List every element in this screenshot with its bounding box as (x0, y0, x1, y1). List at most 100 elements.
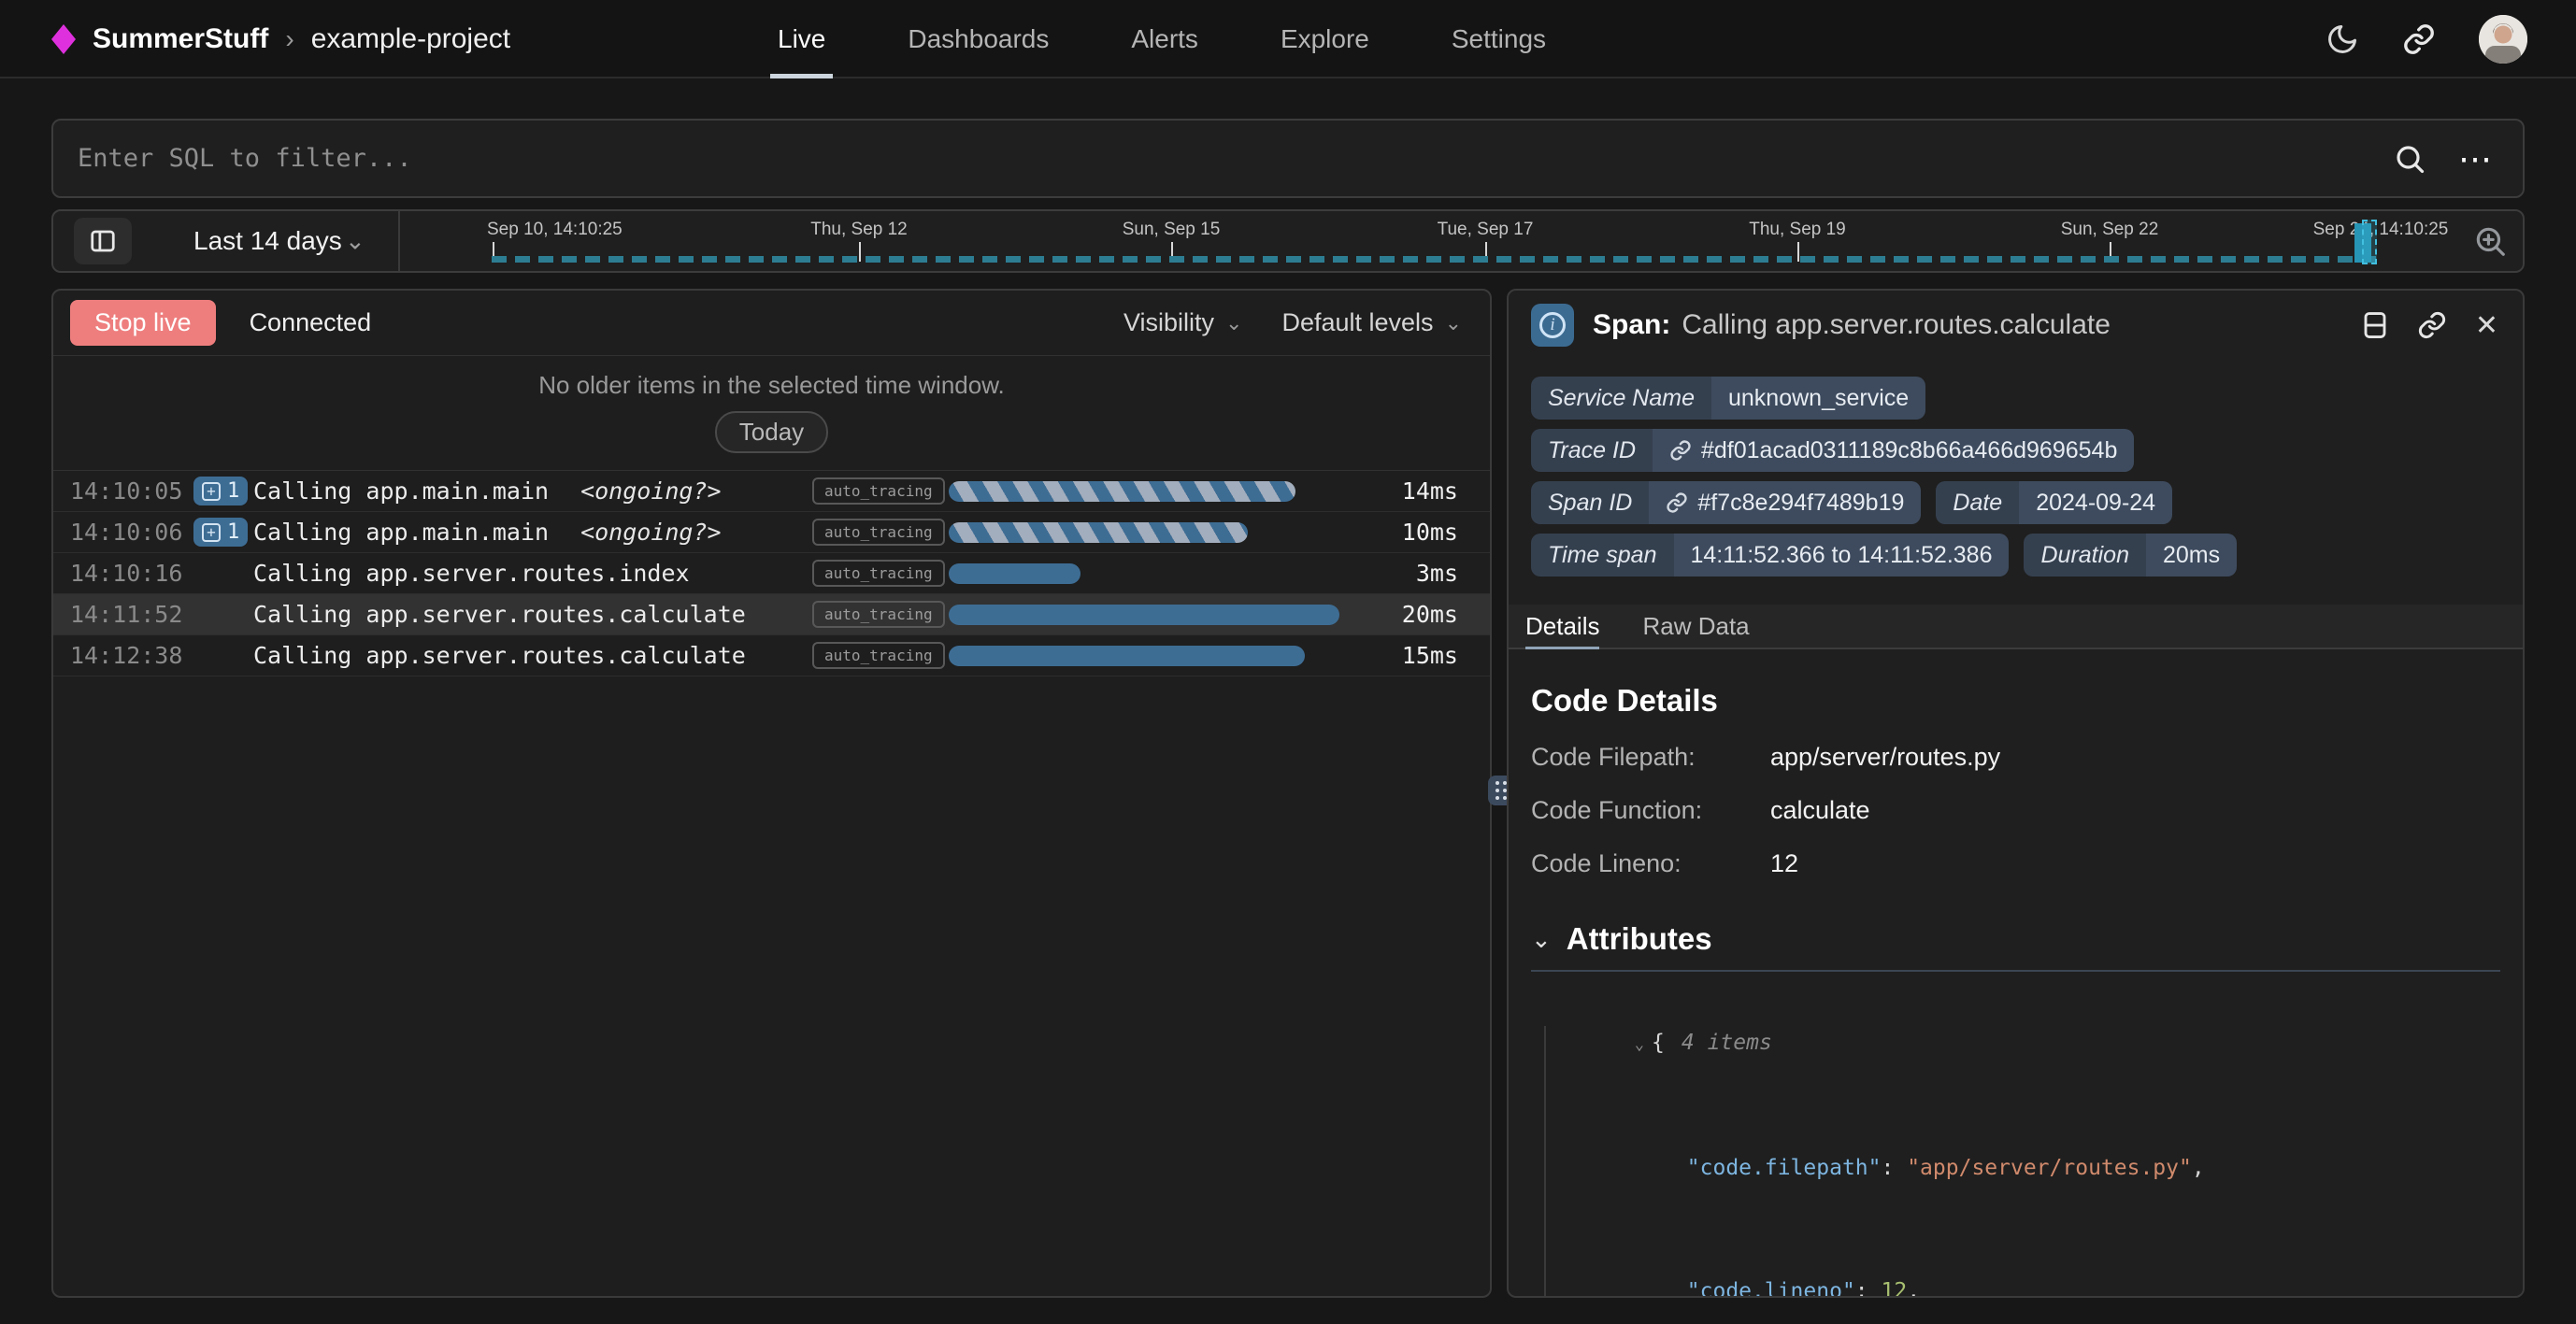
ongoing-label: <ongoing?> (580, 477, 722, 505)
row-message: Calling app.server.routes.index (253, 560, 690, 587)
tab-explore[interactable]: Explore (1281, 0, 1369, 78)
row-message: Calling app.main.main (253, 477, 549, 505)
row-message: Calling app.server.routes.calculate (253, 601, 746, 628)
row-timestamp: 14:10:16 (70, 560, 193, 587)
row-message: Calling app.server.routes.calculate (253, 642, 746, 669)
search-icon[interactable] (2393, 142, 2426, 176)
timeline-tick-label: Thu, Sep 19 (1749, 220, 1846, 240)
tab-live[interactable]: Live (778, 0, 825, 78)
timeline-end-label: Sep 24, 14:10:25 (2313, 220, 2449, 240)
row-duration: 14ms (1381, 477, 1458, 505)
empty-state: No older items in the selected time wind… (53, 356, 1490, 471)
timeline-activity-dashes (492, 256, 2381, 263)
collapsed-children-badge[interactable]: +1 (193, 518, 248, 547)
child-count: 1 (227, 479, 239, 503)
span-kind-label: Span: (1593, 309, 1670, 341)
app-screen: SummerStuff › example-project Live Dashb… (0, 0, 2576, 1324)
duration-badge: Duration20ms (2024, 534, 2237, 577)
indent-guide (1544, 1026, 1546, 1298)
live-view-panel: Stop live Connected Visibility⌄ Default … (51, 289, 1492, 1298)
service-name-badge: Service Nameunknown_service (1531, 377, 1925, 420)
chevron-down-icon: ⌄ (1445, 311, 1462, 335)
brand-logo-diamond-icon[interactable] (51, 24, 76, 54)
log-row-selected[interactable]: 14:11:52 Calling app.server.routes.calcu… (53, 594, 1490, 635)
tab-alerts[interactable]: Alerts (1131, 0, 1198, 78)
span-detail-panel: i Span: Calling app.server.routes.calcul… (1507, 289, 2525, 1298)
row-timestamp: 14:12:38 (70, 642, 193, 669)
child-count: 1 (227, 520, 239, 544)
chevron-down-icon: ⌄ (345, 227, 365, 256)
ongoing-label: <ongoing?> (580, 519, 722, 546)
tab-settings[interactable]: Settings (1452, 0, 1546, 78)
tab-details[interactable]: Details (1525, 605, 1599, 648)
collapse-chevron-icon[interactable]: ⌄ (1531, 925, 1552, 954)
attributes-heading: ⌄ Attributes (1509, 921, 2523, 957)
row-timestamp: 14:10:05 (70, 477, 193, 505)
empty-message: No older items in the selected time wind… (538, 371, 1005, 400)
timeline[interactable]: Sep 10, 14:10:25 Thu, Sep 12 Sun, Sep 15… (408, 211, 2448, 271)
today-button[interactable]: Today (715, 411, 828, 453)
collapse-sidebar-icon[interactable] (74, 218, 132, 264)
tag-auto-tracing[interactable]: auto_tracing (812, 560, 945, 587)
log-row[interactable]: 14:12:38 Calling app.server.routes.calcu… (53, 635, 1490, 676)
org-name[interactable]: SummerStuff (93, 23, 268, 55)
time-span-badge: Time span14:11:52.366 to 14:11:52.386 (1531, 534, 2009, 577)
project-name[interactable]: example-project (311, 23, 510, 55)
span-badges: Service Nameunknown_service Trace ID #df… (1509, 360, 2523, 577)
collapse-chevron-icon[interactable]: ⌄ (1635, 1035, 1644, 1054)
timeline-selection[interactable] (2362, 220, 2377, 264)
row-duration: 15ms (1381, 642, 1458, 669)
share-link-icon[interactable] (2402, 22, 2436, 56)
expand-plus-icon: + (202, 482, 221, 501)
span-id-badge: Span ID #f7c8e294f7489b19 (1531, 481, 1921, 524)
code-function-row: Code Function:calculate (1531, 796, 2500, 825)
collapsed-children-badge[interactable]: +1 (193, 477, 248, 505)
log-row[interactable]: 14:10:16 Calling app.server.routes.index… (53, 553, 1490, 594)
expand-plus-icon: + (202, 523, 221, 542)
default-levels-dropdown[interactable]: Default levels⌄ (1281, 308, 1462, 337)
connection-status: Connected (250, 308, 372, 337)
row-duration: 20ms (1381, 601, 1458, 628)
span-link-icon[interactable] (1666, 491, 1688, 514)
detail-tabs: Details Raw Data (1509, 605, 2523, 649)
sql-filter-input[interactable] (53, 121, 2393, 196)
time-range-select[interactable]: Last 14 days (193, 226, 342, 256)
chevron-down-icon: ⌄ (1225, 311, 1242, 335)
tag-auto-tracing[interactable]: auto_tracing (812, 601, 945, 628)
timeline-start-label: Sep 10, 14:10:25 (487, 220, 623, 240)
row-message: Calling app.main.main (253, 519, 549, 546)
span-title: Calling app.server.routes.calculate (1682, 309, 2111, 341)
close-icon[interactable]: ✕ (2475, 309, 2498, 342)
divider (398, 211, 400, 271)
time-range-bar: Last 14 days ⌄ Sep 10, 14:10:25 Thu, Sep… (51, 209, 2525, 273)
sql-filter-bar: ⋯ (51, 119, 2525, 198)
dark-mode-moon-icon[interactable] (2326, 22, 2359, 56)
attributes-json-viewer: ⌄{4 items "code.filepath": "app/server/r… (1509, 972, 2523, 1298)
stop-live-button[interactable]: Stop live (70, 300, 216, 346)
more-options-icon[interactable]: ⋯ (2458, 139, 2495, 178)
tag-auto-tracing[interactable]: auto_tracing (812, 519, 945, 546)
duration-bar (949, 605, 1339, 625)
split-panel-icon[interactable] (2361, 309, 2389, 341)
trace-link-icon[interactable] (1669, 439, 1692, 462)
info-icon: i (1531, 304, 1574, 347)
zoom-in-icon[interactable] (2472, 223, 2508, 259)
visibility-dropdown[interactable]: Visibility⌄ (1123, 308, 1242, 337)
copy-link-icon[interactable] (2417, 310, 2447, 340)
tab-raw-data[interactable]: Raw Data (1642, 605, 1749, 648)
breadcrumb: SummerStuff › example-project (51, 0, 510, 78)
json-entry: "code.filepath": "app/server/routes.py", (1531, 1106, 2500, 1230)
nav-tabs: Live Dashboards Alerts Explore Settings (778, 0, 1546, 78)
code-details-section: Code Details Code Filepath:app/server/ro… (1509, 683, 2523, 878)
log-row[interactable]: 14:10:05 +1 Calling app.main.main <ongoin… (53, 471, 1490, 512)
log-row[interactable]: 14:10:06 +1 Calling app.main.main<ongoin… (53, 512, 1490, 553)
duration-bar (949, 522, 1248, 543)
duration-bar (949, 563, 1080, 584)
duration-bar (949, 646, 1305, 666)
tag-auto-tracing[interactable]: auto_tracing (812, 642, 945, 669)
nav-actions (2326, 0, 2527, 78)
user-avatar[interactable] (2479, 15, 2527, 64)
tag-auto-tracing[interactable]: auto_tracing (812, 477, 945, 505)
json-entry: "code.lineno": 12, (1531, 1230, 2500, 1298)
tab-dashboards[interactable]: Dashboards (908, 0, 1049, 78)
